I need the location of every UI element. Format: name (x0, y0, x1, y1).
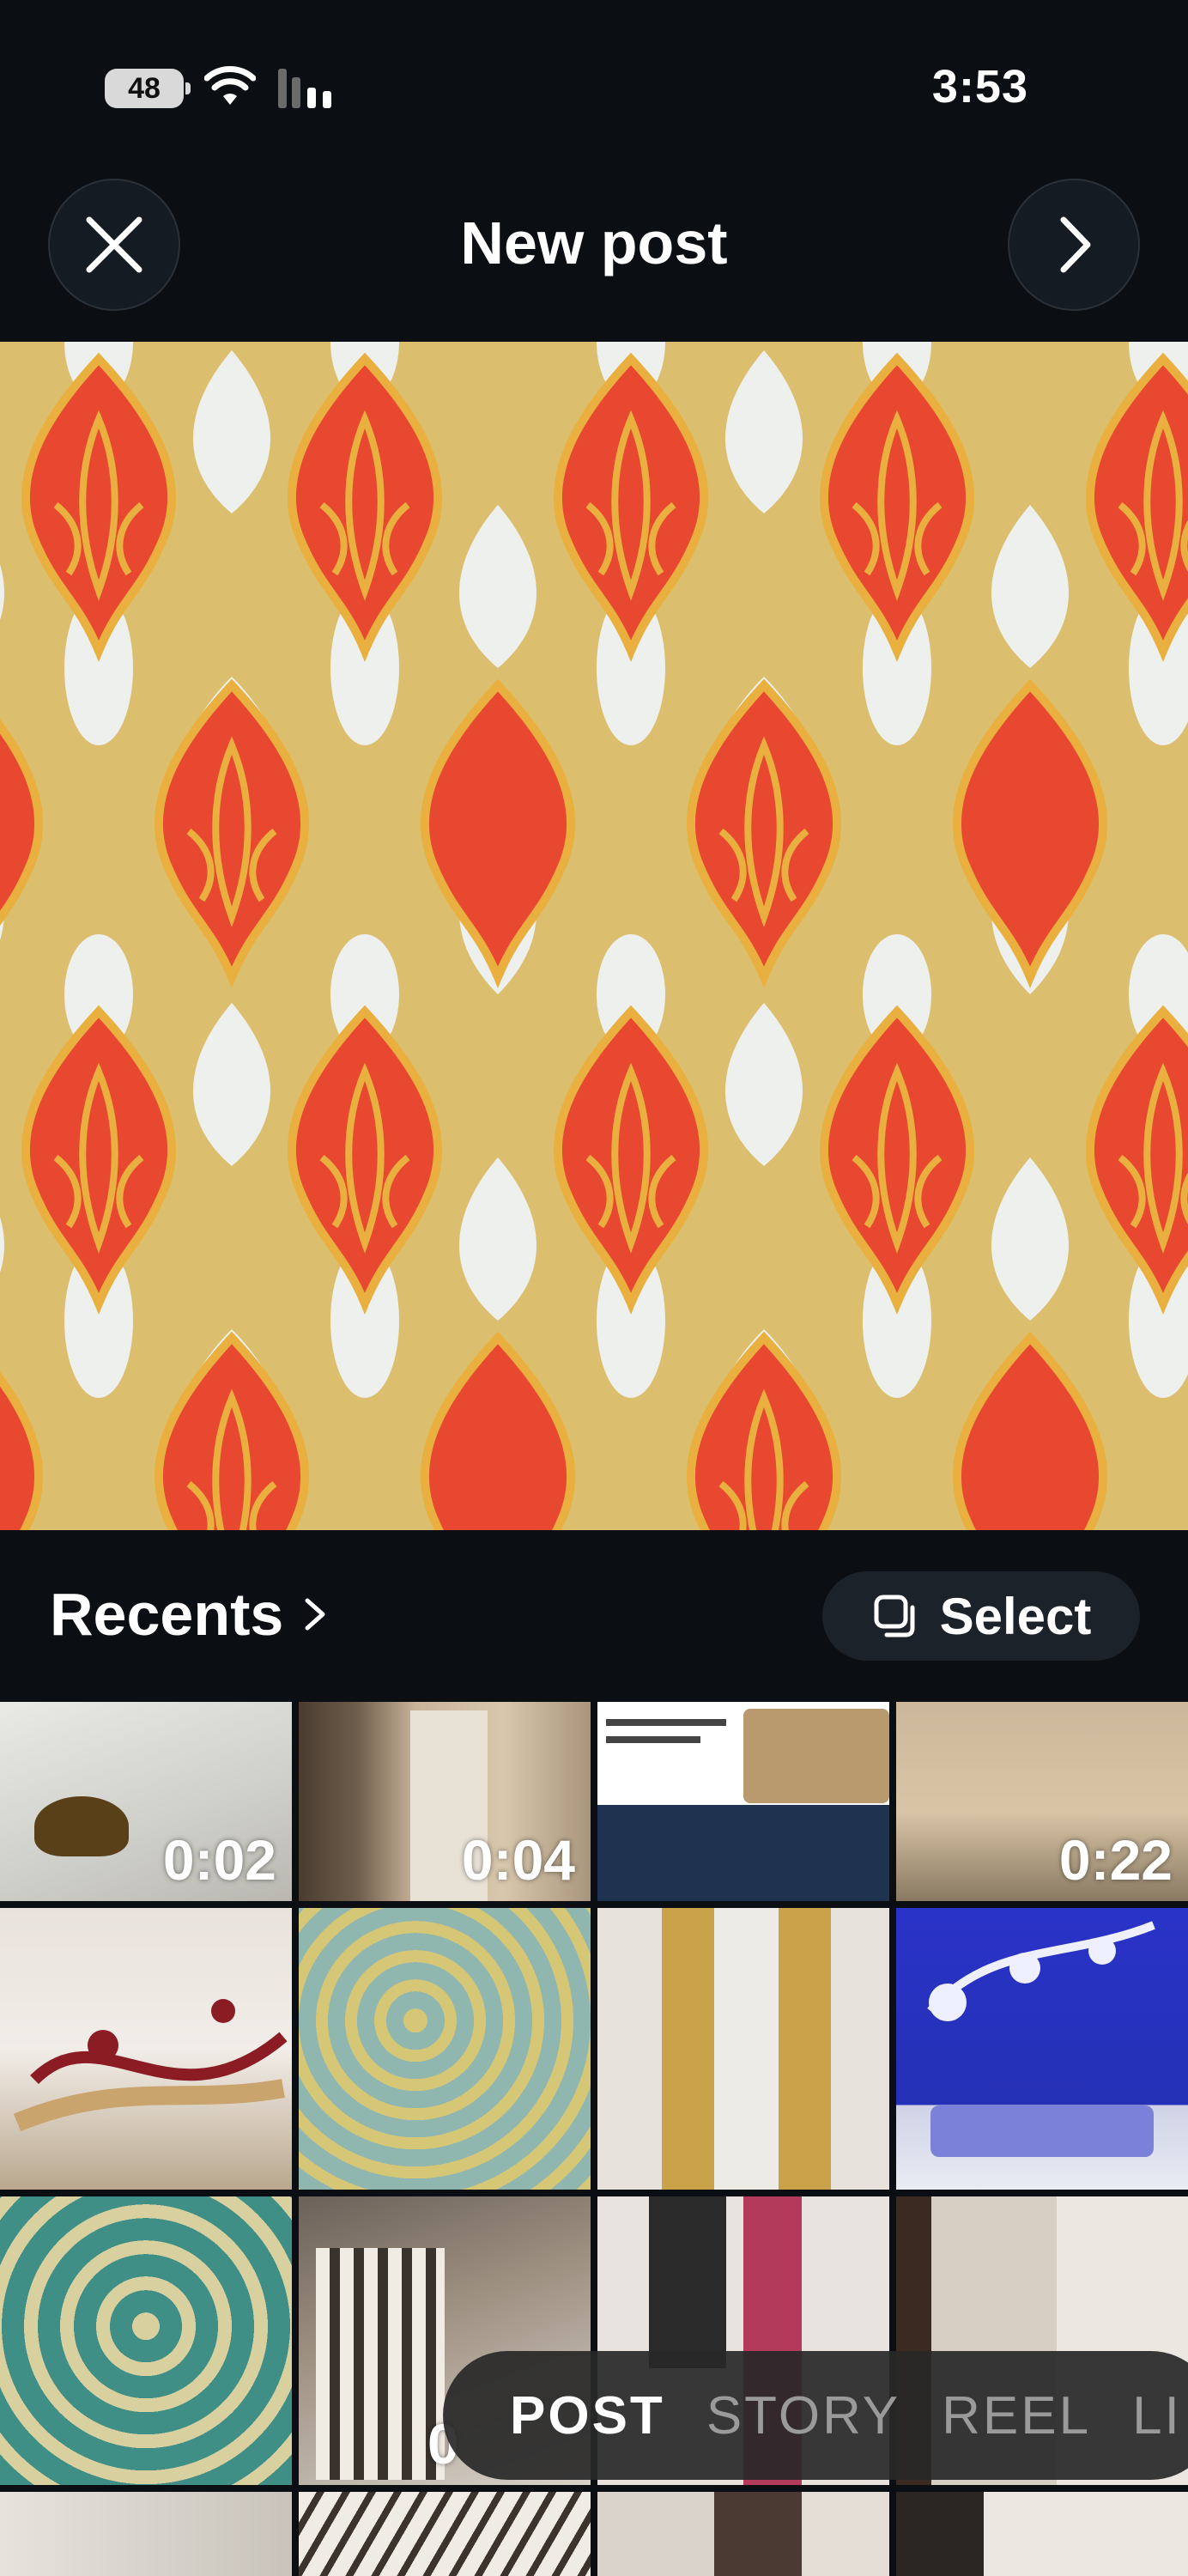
staircase-railing-image (316, 2248, 445, 2480)
wifi-icon (204, 66, 256, 105)
clock: 3:53 (931, 61, 1028, 112)
video-duration: 0:22 (1058, 1828, 1173, 1892)
select-multiple-button[interactable]: Select (822, 1571, 1140, 1661)
media-thumbnail[interactable] (0, 2492, 292, 2576)
media-thumbnail[interactable] (597, 1702, 889, 1901)
mode-story[interactable]: STORY (706, 2385, 900, 2446)
video-duration: 0:02 (162, 1828, 276, 1892)
media-thumbnail[interactable] (896, 1908, 1188, 2190)
selected-media-preview[interactable] (0, 342, 1188, 1530)
video-duration: 0:04 (461, 1828, 575, 1892)
media-thumbnail[interactable] (0, 1908, 292, 2190)
blue-mural-image (927, 1921, 1155, 2157)
mode-reel[interactable]: REEL (942, 2385, 1091, 2446)
flyer-image (597, 1805, 889, 1901)
battery-level: 48 (128, 71, 161, 105)
battery-icon: 48 (105, 69, 191, 108)
ceiling-light-image (34, 1796, 129, 1856)
select-label: Select (939, 1587, 1092, 1645)
chevron-right-icon (1060, 216, 1091, 273)
media-thumbnail[interactable] (896, 2492, 1188, 2576)
cellular-signal-icon (278, 69, 331, 108)
media-thumbnail[interactable]: 0:04 (299, 1702, 591, 1901)
create-mode-switcher: POST STORY REEL LI (443, 2351, 1188, 2480)
chevron-right-icon (305, 1598, 325, 1631)
media-thumbnail[interactable] (299, 2492, 591, 2576)
swirl-mural-image (13, 1999, 288, 2132)
mode-post[interactable]: POST (510, 2385, 665, 2446)
next-button[interactable] (1008, 179, 1140, 311)
media-thumbnail[interactable] (597, 2492, 889, 2576)
album-label: Recents (50, 1581, 284, 1648)
media-thumbnail[interactable]: 0:22 (896, 1702, 1188, 1901)
media-thumbnail[interactable] (299, 1908, 591, 2190)
media-thumbnail[interactable] (597, 1908, 889, 2190)
media-thumbnail[interactable]: 0:02 (0, 1702, 292, 1901)
status-bar: 48 3:53 (0, 0, 1188, 172)
album-picker[interactable]: Recents (50, 1580, 330, 1649)
multi-select-icon (874, 1595, 915, 1637)
media-thumbnail[interactable] (0, 2196, 292, 2485)
damask-wallpaper-image (0, 342, 1188, 1530)
mode-live[interactable]: LI (1132, 2385, 1182, 2446)
